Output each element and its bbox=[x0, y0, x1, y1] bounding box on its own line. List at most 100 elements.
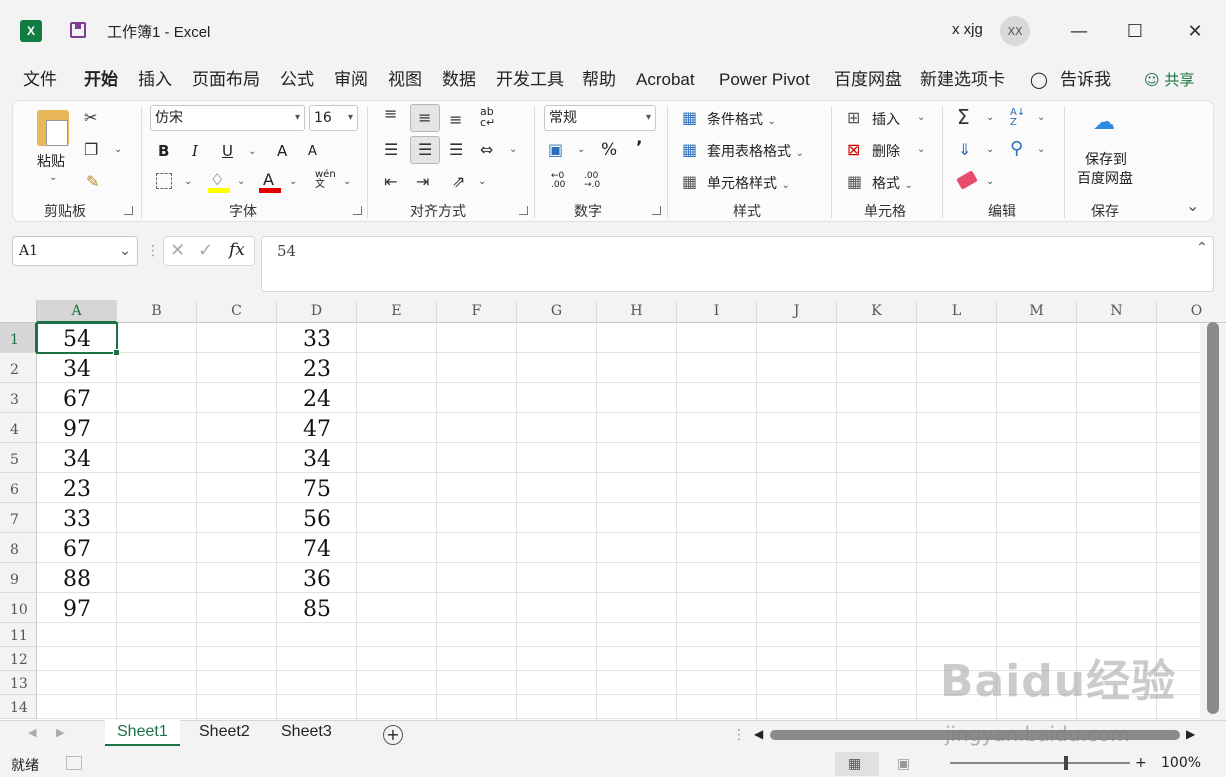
share-button[interactable]: ☺ 共享 bbox=[1144, 69, 1194, 90]
hscroll-left-icon[interactable]: ◀ bbox=[754, 727, 763, 741]
comma-style-button[interactable]: ’ bbox=[636, 138, 642, 158]
zoom-slider[interactable] bbox=[950, 762, 1130, 764]
cell-a7[interactable]: 33 bbox=[37, 505, 117, 535]
column-header-m[interactable]: M bbox=[997, 300, 1077, 323]
baidu-netdisk-icon[interactable]: ☁ bbox=[1093, 110, 1115, 135]
copy-icon[interactable]: ❐ bbox=[84, 140, 98, 159]
fill-down-icon[interactable]: ⇓ bbox=[958, 140, 971, 159]
column-header-f[interactable]: F bbox=[437, 300, 517, 323]
chevron-down-icon[interactable]: ⌄ bbox=[986, 176, 994, 187]
cell-a9[interactable]: 88 bbox=[37, 565, 117, 595]
format-as-table-button[interactable]: 套用表格格式 ⌄ bbox=[707, 141, 804, 161]
zoom-level[interactable]: 100% bbox=[1161, 755, 1201, 771]
grow-font-button[interactable]: A bbox=[277, 142, 287, 160]
cell-d10[interactable]: 85 bbox=[277, 595, 357, 625]
chevron-down-icon[interactable]: ⌄ bbox=[1037, 144, 1045, 155]
confirm-icon[interactable]: ✓ bbox=[198, 240, 213, 261]
save-to-netdisk-line1[interactable]: 保存到 bbox=[1085, 149, 1127, 169]
row-header-5[interactable]: 5 bbox=[0, 443, 37, 473]
menu-view[interactable]: 视图 bbox=[388, 68, 422, 92]
row-header-13[interactable]: 13 bbox=[0, 671, 37, 695]
column-header-o[interactable]: O bbox=[1157, 300, 1226, 323]
menu-page-layout[interactable]: 页面布局 bbox=[192, 68, 260, 92]
menu-developer[interactable]: 开发工具 bbox=[496, 68, 564, 92]
column-header-n[interactable]: N bbox=[1077, 300, 1157, 323]
menu-power-pivot[interactable]: Power Pivot bbox=[719, 68, 810, 92]
ribbon-collapse-icon[interactable]: ⌄ bbox=[1186, 196, 1199, 215]
fill-color-icon[interactable]: ♢ bbox=[210, 170, 224, 189]
autosum-icon[interactable]: Σ bbox=[957, 105, 970, 129]
select-all-corner[interactable] bbox=[0, 300, 37, 323]
cut-icon[interactable]: ✂ bbox=[84, 108, 97, 127]
chevron-down-icon[interactable]: ⌄ bbox=[509, 144, 517, 155]
bold-button[interactable]: B bbox=[158, 142, 169, 160]
row-header-1[interactable]: 1 bbox=[0, 323, 37, 353]
menu-review[interactable]: 审阅 bbox=[334, 68, 368, 92]
cell-d1[interactable]: 33 bbox=[277, 325, 357, 355]
chevron-down-icon[interactable]: ⌄ bbox=[478, 176, 486, 187]
format-painter-icon[interactable]: ✎ bbox=[86, 172, 99, 191]
chevron-down-icon[interactable]: ⌄ bbox=[1037, 112, 1045, 123]
chevron-down-icon[interactable]: ⌄ bbox=[986, 112, 994, 123]
font-color-icon[interactable]: A bbox=[263, 170, 274, 189]
column-header-i[interactable]: I bbox=[677, 300, 757, 323]
chevron-down-icon[interactable]: ⌄ bbox=[577, 144, 585, 155]
column-header-g[interactable]: G bbox=[517, 300, 597, 323]
menu-help[interactable]: 帮助 bbox=[582, 68, 616, 92]
format-cells-button[interactable]: 格式 ⌄ bbox=[872, 173, 913, 193]
align-right-icon[interactable]: ☰ bbox=[449, 140, 463, 159]
formula-input[interactable]: 54 bbox=[261, 236, 1214, 292]
dialog-launcher-icon[interactable] bbox=[519, 206, 528, 215]
zoom-slider-knob[interactable] bbox=[1064, 756, 1068, 770]
menu-file[interactable]: 文件 bbox=[23, 68, 57, 92]
sort-filter-icon[interactable]: A↓ Z bbox=[1010, 108, 1025, 128]
underline-button[interactable]: U bbox=[222, 142, 233, 160]
column-header-d[interactable]: D bbox=[277, 300, 357, 323]
cell-d5[interactable]: 34 bbox=[277, 445, 357, 475]
currency-format-icon[interactable]: ▣ bbox=[548, 140, 563, 159]
row-header-4[interactable]: 4 bbox=[0, 413, 37, 443]
cell-a8[interactable]: 67 bbox=[37, 535, 117, 565]
increase-indent-icon[interactable]: ⇥ bbox=[416, 172, 429, 191]
column-header-a[interactable]: A bbox=[37, 300, 117, 323]
cell-d3[interactable]: 24 bbox=[277, 385, 357, 415]
italic-button[interactable]: I bbox=[192, 142, 198, 160]
menu-acrobat[interactable]: Acrobat bbox=[636, 68, 695, 92]
name-box[interactable]: A1 ⌄ bbox=[12, 236, 138, 266]
font-size-select[interactable]: 16 ▾ bbox=[309, 105, 358, 131]
menu-insert[interactable]: 插入 bbox=[138, 68, 172, 92]
delete-cells-button[interactable]: 删除 bbox=[872, 141, 900, 161]
align-top-icon[interactable]: ≡ bbox=[384, 104, 397, 123]
add-sheet-icon[interactable]: + bbox=[383, 725, 403, 745]
paste-button[interactable]: 粘贴 bbox=[37, 151, 65, 171]
insert-function-button[interactable]: fx bbox=[229, 240, 245, 260]
cell-d9[interactable]: 36 bbox=[277, 565, 357, 595]
vertical-scroll-thumb[interactable] bbox=[1207, 322, 1219, 714]
sheet-tab-sheet2[interactable]: Sheet2 bbox=[187, 720, 262, 746]
row-header-3[interactable]: 3 bbox=[0, 383, 37, 413]
phonetic-guide-button[interactable]: wén 文 bbox=[315, 170, 336, 190]
cancel-icon[interactable]: ✕ bbox=[170, 240, 185, 261]
cell-a3[interactable]: 67 bbox=[37, 385, 117, 415]
column-header-h[interactable]: H bbox=[597, 300, 677, 323]
drag-handle-icon[interactable]: ⋮ bbox=[732, 727, 746, 743]
maximize-button[interactable]: ☐ bbox=[1120, 16, 1150, 46]
cell-d2[interactable]: 23 bbox=[277, 355, 357, 385]
column-header-c[interactable]: C bbox=[197, 300, 277, 323]
increase-decimal-icon[interactable]: ←0.00 bbox=[551, 172, 565, 190]
column-header-b[interactable]: B bbox=[117, 300, 197, 323]
row-header-14[interactable]: 14 bbox=[0, 695, 37, 719]
font-name-select[interactable]: 仿宋 ▾ bbox=[150, 105, 305, 131]
tell-me[interactable]: 告诉我 bbox=[1060, 68, 1111, 92]
drag-handle-icon[interactable]: ⋮ bbox=[146, 243, 160, 259]
chevron-down-icon[interactable]: ⌄ bbox=[114, 144, 122, 155]
avatar[interactable]: XX bbox=[1000, 16, 1030, 46]
orientation-icon[interactable]: ⇗ bbox=[452, 172, 465, 191]
cell-d7[interactable]: 56 bbox=[277, 505, 357, 535]
chevron-down-icon[interactable]: ⌄ bbox=[237, 176, 245, 187]
column-header-e[interactable]: E bbox=[357, 300, 437, 323]
chevron-down-icon[interactable]: ⌄ bbox=[248, 146, 256, 157]
sheet-tab-sheet3[interactable]: Sheet3 bbox=[269, 720, 344, 746]
cell-a6[interactable]: 23 bbox=[37, 475, 117, 505]
conditional-format-button[interactable]: 条件格式 ⌄ bbox=[707, 109, 776, 129]
